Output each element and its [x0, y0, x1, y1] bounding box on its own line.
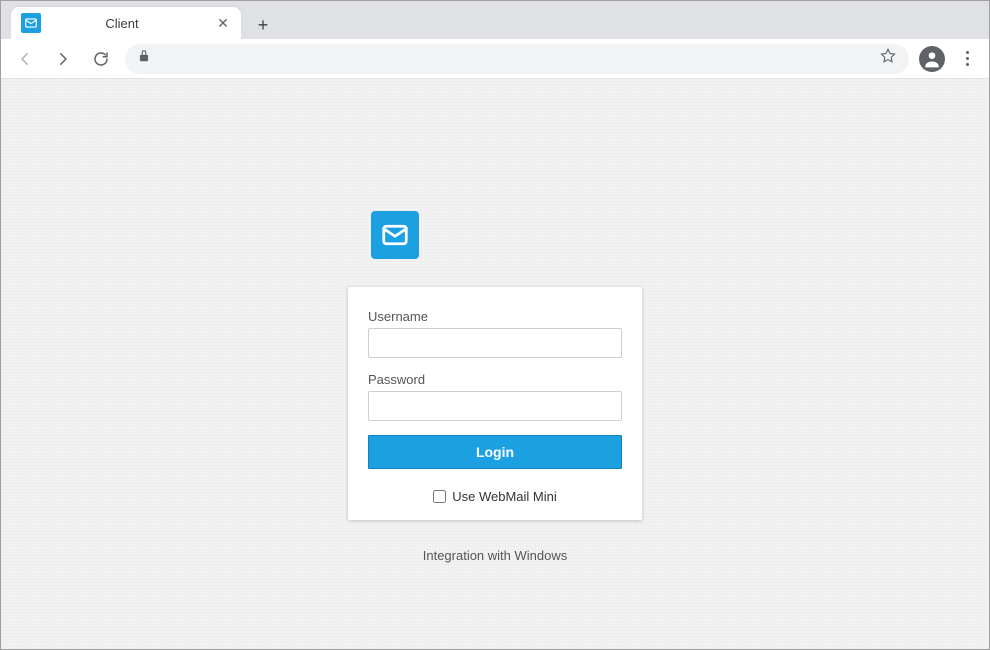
browser-toolbar: [1, 39, 989, 79]
tab-strip: Client ✕ +: [1, 1, 989, 39]
app-logo-icon: [371, 211, 419, 259]
nav-back-button[interactable]: [11, 45, 39, 73]
profile-avatar-icon[interactable]: [919, 46, 945, 72]
password-input[interactable]: [368, 391, 622, 421]
tab-close-icon[interactable]: ✕: [215, 15, 231, 31]
plus-icon: +: [258, 15, 269, 36]
footer-link-text: Integration with Windows: [423, 548, 568, 563]
username-label: Username: [368, 309, 622, 324]
browser-tab[interactable]: Client ✕: [11, 7, 241, 39]
new-tab-button[interactable]: +: [249, 11, 277, 39]
nav-reload-button[interactable]: [87, 45, 115, 73]
bookmark-star-icon[interactable]: [879, 47, 897, 70]
login-panel: Username Password Login Use WebMail Mini: [348, 287, 642, 520]
password-label: Password: [368, 372, 622, 387]
use-mini-checkbox[interactable]: [433, 490, 446, 503]
use-mini-row: Use WebMail Mini: [368, 489, 622, 504]
use-mini-label: Use WebMail Mini: [452, 489, 557, 504]
username-input[interactable]: [368, 328, 622, 358]
lock-icon: [137, 49, 151, 68]
tab-title: Client: [29, 16, 215, 31]
nav-forward-button[interactable]: [49, 45, 77, 73]
login-button[interactable]: Login: [368, 435, 622, 469]
browser-menu-button[interactable]: [955, 51, 979, 66]
page-viewport: Username Password Login Use WebMail Mini…: [1, 78, 989, 649]
footer-link[interactable]: Integration with Windows: [423, 548, 568, 563]
address-bar[interactable]: [125, 44, 909, 74]
